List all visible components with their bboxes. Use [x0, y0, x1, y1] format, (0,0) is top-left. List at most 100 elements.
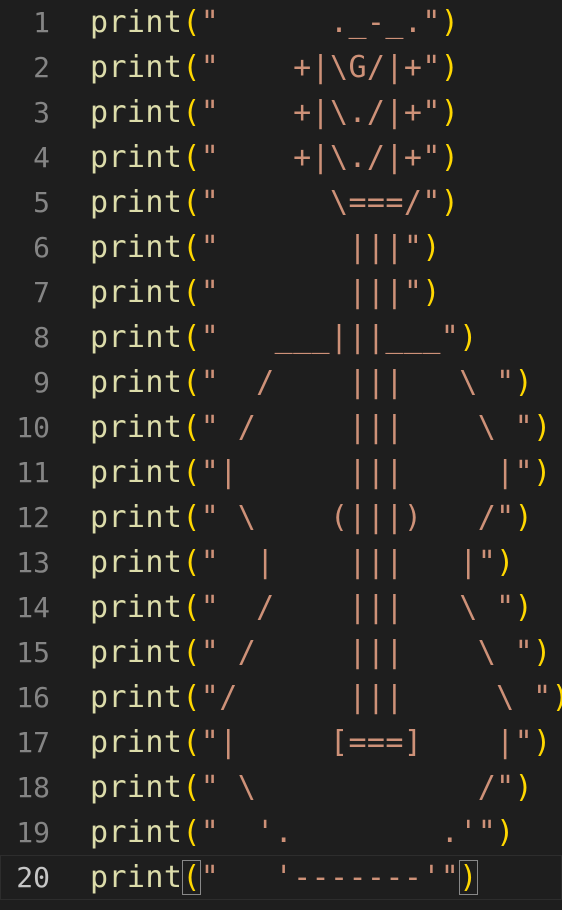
function-name: print	[90, 50, 183, 85]
string-literal: " ._-_."	[200, 5, 441, 40]
code-line[interactable]: 19 print(" '. .'")	[0, 810, 562, 855]
code-text[interactable]: print(" \ /")	[90, 765, 533, 810]
open-paren: (	[182, 725, 201, 760]
code-text[interactable]: print(" ___|||___")	[90, 315, 478, 360]
line-number: 18	[16, 771, 50, 804]
code-text[interactable]: print("| ||| |")	[90, 450, 552, 495]
open-paren: (	[182, 545, 201, 580]
close-paren: )	[440, 140, 460, 175]
code-line[interactable]: 6 print(" |||")	[0, 225, 562, 270]
function-name: print	[90, 770, 183, 805]
code-text[interactable]: print(" |||")	[90, 270, 441, 315]
function-name: print	[90, 185, 183, 220]
open-paren: (	[182, 140, 201, 175]
code-text[interactable]: print(" / ||| \ ")	[90, 585, 533, 630]
close-paren: )	[459, 860, 478, 895]
code-text[interactable]: print("/ ||| \ ")	[90, 675, 562, 720]
open-paren: (	[182, 185, 201, 220]
code-line[interactable]: 8 print(" ___|||___")	[0, 315, 562, 360]
code-text[interactable]: print(" '-------'")	[90, 855, 478, 900]
code-line[interactable]: 12 print(" \ (|||) /")	[0, 495, 562, 540]
close-paren: )	[459, 320, 478, 355]
open-paren: (	[182, 500, 201, 535]
open-paren: (	[182, 5, 201, 40]
code-line[interactable]: 5 print(" \===/")	[0, 180, 562, 225]
string-literal: " / ||| \ "	[200, 635, 534, 670]
string-literal: " '. .'"	[200, 815, 497, 850]
code-text[interactable]: print("| [===] |")	[90, 720, 552, 765]
open-paren: (	[182, 365, 201, 400]
open-paren: (	[182, 320, 201, 355]
line-number: 9	[33, 366, 50, 399]
function-name: print	[90, 230, 183, 265]
string-literal: " / ||| \ "	[200, 590, 515, 625]
code-text[interactable]: print(" +|\G/|+")	[90, 45, 459, 90]
string-literal: " |||"	[200, 275, 423, 310]
close-paren: )	[514, 365, 534, 400]
code-text[interactable]: print(" / ||| \ ")	[90, 405, 552, 450]
code-editor[interactable]: 1 print(" ._-_.") 2 print(" +|\G/|+") 3 print…	[0, 0, 562, 910]
function-name: print	[90, 860, 183, 895]
line-number: 20	[16, 861, 50, 894]
code-text[interactable]: print(" \===/")	[90, 180, 459, 225]
line-number: 8	[33, 321, 50, 354]
function-name: print	[90, 275, 183, 310]
close-paren: )	[422, 230, 441, 265]
code-line[interactable]: 4 print(" +|\./|+")	[0, 135, 562, 180]
function-name: print	[90, 815, 183, 850]
open-paren: (	[182, 770, 201, 805]
open-paren: (	[182, 455, 201, 490]
close-paren: )	[496, 545, 515, 580]
code-line[interactable]: 9 print(" / ||| \ ")	[0, 360, 562, 405]
code-line[interactable]: 17 print("| [===] |")	[0, 720, 562, 765]
close-paren: )	[514, 770, 534, 805]
code-line[interactable]: 20 print(" '-------'")	[0, 855, 562, 900]
code-line[interactable]: 7 print(" |||")	[0, 270, 562, 315]
line-number: 6	[33, 231, 50, 264]
code-text[interactable]: print(" \ (|||) /")	[90, 495, 533, 540]
string-literal: " / ||| \ "	[200, 365, 515, 400]
line-number: 12	[16, 501, 50, 534]
code-text[interactable]: print(" / ||| \ ")	[90, 360, 533, 405]
code-text[interactable]: print(" | ||| |")	[90, 540, 515, 585]
code-text[interactable]: print(" / ||| \ ")	[90, 630, 552, 675]
code-line[interactable]: 3 print(" +|\./|+")	[0, 90, 562, 135]
code-line[interactable]: 13 print(" | ||| |")	[0, 540, 562, 585]
code-line[interactable]: 2 print(" +|\G/|+")	[0, 45, 562, 90]
code-line[interactable]: 1 print(" ._-_.")	[0, 0, 562, 45]
code-text[interactable]: print(" ._-_.")	[90, 0, 459, 45]
function-name: print	[90, 455, 183, 490]
code-text[interactable]: print(" |||")	[90, 225, 441, 270]
close-paren: )	[440, 50, 460, 85]
function-name: print	[90, 140, 183, 175]
code-line[interactable]: 10 print(" / ||| \ ")	[0, 405, 562, 450]
line-number: 4	[33, 141, 50, 174]
function-name: print	[90, 545, 183, 580]
close-paren: )	[514, 500, 534, 535]
line-number: 19	[16, 816, 50, 849]
function-name: print	[90, 95, 183, 130]
string-literal: "/ ||| \ "	[200, 680, 552, 715]
string-literal: " \ /"	[200, 770, 515, 805]
code-line[interactable]: 16 print("/ ||| \ ")	[0, 675, 562, 720]
code-line[interactable]: 11 print("| ||| |")	[0, 450, 562, 495]
string-literal: "| ||| |"	[200, 455, 534, 490]
string-literal: " '-------'"	[200, 860, 460, 895]
code-line[interactable]: 15 print(" / ||| \ ")	[0, 630, 562, 675]
line-number: 5	[33, 186, 50, 219]
code-text[interactable]: print(" +|\./|+")	[90, 135, 459, 180]
function-name: print	[90, 320, 183, 355]
close-paren: )	[533, 725, 552, 760]
open-paren: (	[182, 410, 201, 445]
code-text[interactable]: print(" +|\./|+")	[90, 90, 459, 135]
open-paren: (	[182, 50, 201, 85]
open-paren: (	[182, 230, 201, 265]
string-literal: " \ (|||) /"	[200, 500, 515, 535]
string-literal: " ___|||___"	[200, 320, 460, 355]
code-line[interactable]: 18 print(" \ /")	[0, 765, 562, 810]
code-text[interactable]: print(" '. .'")	[90, 810, 515, 855]
open-paren: (	[182, 815, 201, 850]
code-line[interactable]: 14 print(" / ||| \ ")	[0, 585, 562, 630]
line-number: 16	[16, 681, 50, 714]
open-paren: (	[182, 590, 201, 625]
